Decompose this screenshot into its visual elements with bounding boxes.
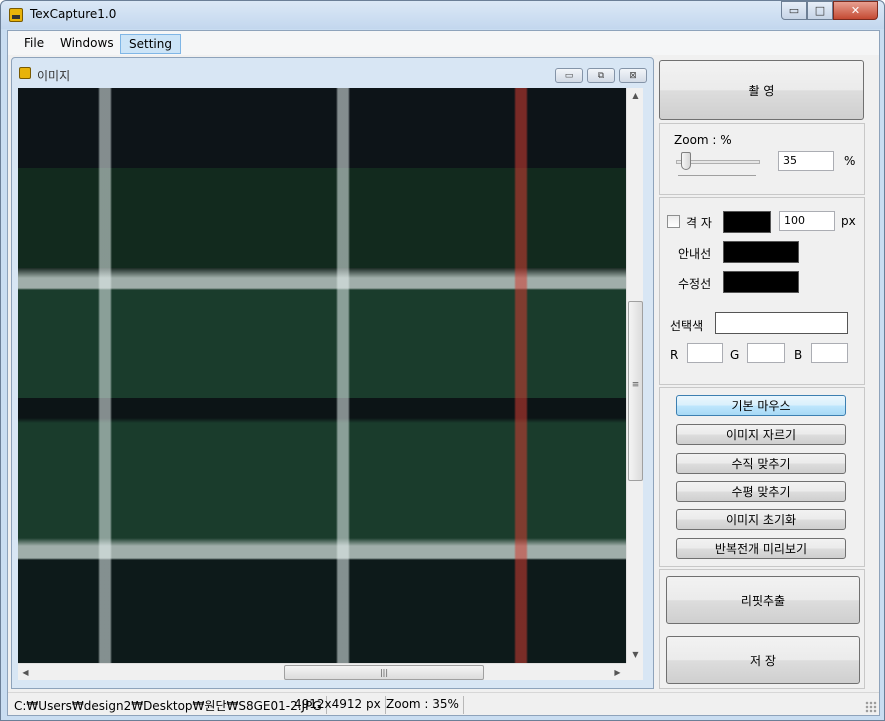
tool-align-vertical-button[interactable]: 수직 맞추기 [676,453,846,474]
vertical-scrollbar[interactable]: ▲ ≡ ▼ [626,88,643,663]
tool-align-horizontal-button[interactable]: 수평 맞추기 [676,481,846,502]
selected-color-label: 선택색 [670,319,704,333]
r-value-box [687,343,723,363]
child-app-icon [19,67,31,79]
g-label: G [730,348,740,362]
scroll-corner [626,663,643,680]
image-canvas[interactable] [18,88,626,663]
main-window: TexCapture1.0 ▭ □ ✕ File Windows Setting… [0,0,885,721]
client-area: File Windows Setting 이미지 ▭ ⧉ ⊠ ▲ ≡ ▼ ◀ |… [7,30,880,716]
repeat-extract-button[interactable]: 리핏추출 [666,576,860,624]
horizontal-scroll-thumb[interactable]: ||| [284,665,484,680]
scroll-right-arrow[interactable]: ▶ [610,665,625,680]
tool-reset-image-button[interactable]: 이미지 초기화 [676,509,846,530]
status-zoom: Zoom : 35% [382,696,464,714]
window-title: TexCapture1.0 [30,7,117,21]
child-restore-button[interactable]: ⧉ [587,68,615,83]
tool-repeat-preview-button[interactable]: 반복전개 미리보기 [676,538,846,559]
title-bar[interactable]: TexCapture1.0 ▭ □ ✕ [1,1,884,29]
scroll-down-arrow[interactable]: ▼ [628,647,643,662]
zoom-value-input[interactable]: 35 [778,151,834,171]
horizontal-scrollbar[interactable]: ◀ ||| ▶ [18,663,626,680]
status-bar: C:₩Users₩design2₩Desktop₩원단₩S8GE01-2.JPG… [8,692,879,715]
status-dimensions: 4912x4912 px [290,696,386,714]
scroll-up-arrow[interactable]: ▲ [628,88,643,103]
zoom-slider-thumb[interactable] [681,152,692,170]
grid-label: 격 자 [686,216,712,230]
child-window-title: 이미지 [37,69,71,83]
app-icon [9,8,23,22]
guide-line-color-swatch[interactable] [723,241,799,263]
child-minimize-button[interactable]: ▭ [555,68,583,83]
capture-button[interactable]: 촬 영 [659,60,864,120]
vertical-scroll-thumb[interactable]: ≡ [628,301,643,481]
g-value-box [747,343,785,363]
menu-windows[interactable]: Windows [52,34,122,54]
window-controls: ▭ □ ✕ [781,1,878,21]
zoom-group: Zoom : % 35 % [659,123,865,195]
grid-size-input[interactable]: 100 [779,211,835,231]
grid-settings-group: 격 자 100 px 안내선 수정선 선택색 R G B [659,197,865,385]
guide-line-label: 안내선 [678,247,712,261]
child-close-button[interactable]: ⊠ [619,68,647,83]
menu-setting[interactable]: Setting [120,34,181,54]
image-child-window: 이미지 ▭ ⧉ ⊠ ▲ ≡ ▼ ◀ ||| ▶ [11,57,654,689]
tool-buttons-group: 기본 마우스 이미지 자르기 수직 맞추기 수평 맞추기 이미지 초기화 반복전… [659,387,865,567]
child-window-controls: ▭ ⧉ ⊠ [555,68,647,83]
close-button[interactable]: ✕ [833,1,878,20]
grid-checkbox[interactable] [667,215,680,228]
child-title-bar[interactable]: 이미지 ▭ ⧉ ⊠ [12,58,653,88]
grid-size-unit: px [841,214,856,228]
grid-color-swatch[interactable] [723,211,771,233]
tool-default-mouse-button[interactable]: 기본 마우스 [676,395,846,416]
resize-grip-icon[interactable] [865,701,877,713]
edit-line-label: 수정선 [678,277,712,291]
status-file-path: C:₩Users₩design2₩Desktop₩원단₩S8GE01-2.JPG [10,696,327,714]
r-label: R [670,348,679,362]
tool-crop-image-button[interactable]: 이미지 자르기 [676,424,846,445]
scroll-left-arrow[interactable]: ◀ [18,665,33,680]
right-panel: 촬 영 Zoom : % 35 % 격 자 100 px 안내선 수정선 선택색… [659,57,866,689]
zoom-slider-ticks [678,174,756,176]
save-button[interactable]: 저 장 [666,636,860,684]
selected-color-box [715,312,848,334]
output-group: 리핏추출 저 장 [659,569,865,689]
edit-line-color-swatch[interactable] [723,271,799,293]
minimize-button[interactable]: ▭ [781,1,807,20]
zoom-label: Zoom : % [674,133,732,147]
b-value-box [811,343,848,363]
maximize-button[interactable]: □ [807,1,833,20]
menu-bar: File Windows Setting [8,31,879,55]
vertical-grip-icon: ≡ [631,380,640,390]
menu-file[interactable]: File [16,34,52,54]
b-label: B [794,348,803,362]
zoom-unit-label: % [844,154,856,168]
